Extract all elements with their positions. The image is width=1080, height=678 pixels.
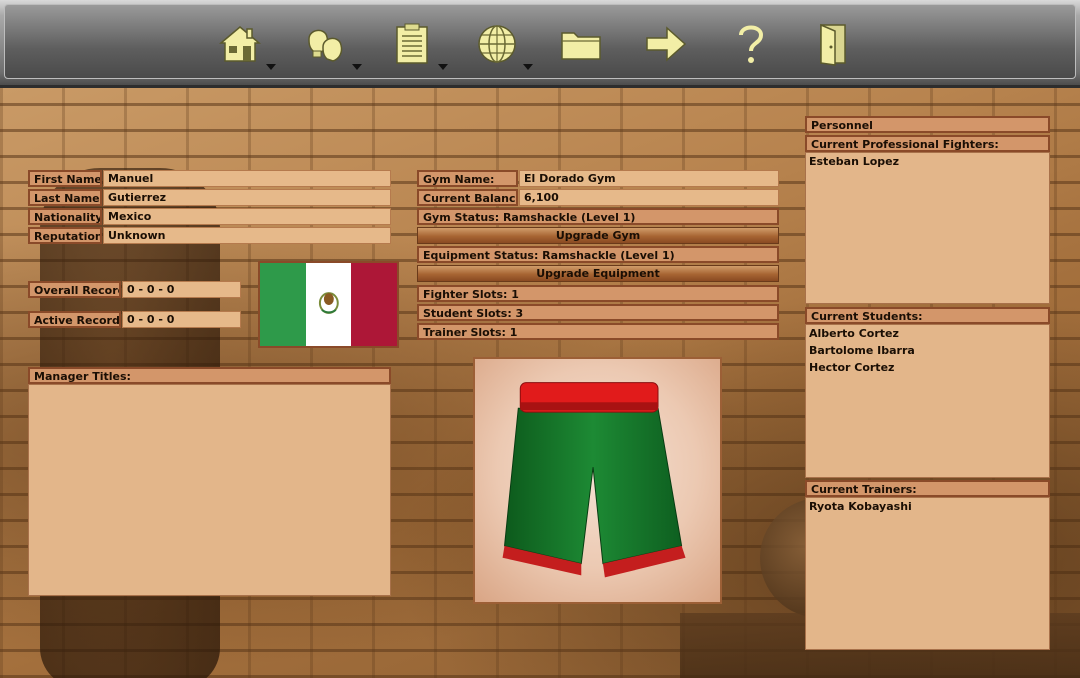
globe-icon xyxy=(478,25,516,63)
fighters-list[interactable]: Esteban Lopez xyxy=(805,152,1050,304)
flag-green-stripe xyxy=(260,263,306,346)
students-header: Current Students: xyxy=(805,307,1050,324)
fighters-header: Current Professional Fighters: xyxy=(805,135,1050,152)
records-button[interactable] xyxy=(384,16,448,72)
personnel-header: Personnel xyxy=(805,116,1050,133)
student-slots: Student Slots: 3 xyxy=(417,304,779,321)
boxing-trunks-image xyxy=(502,382,686,578)
trainer-slots: Trainer Slots: 1 xyxy=(417,323,779,340)
home-button[interactable] xyxy=(212,16,276,72)
flag-white-stripe xyxy=(305,263,352,346)
manager-titles-header: Manager Titles: xyxy=(28,367,391,384)
upgrade-gym-button[interactable]: Upgrade Gym xyxy=(417,227,779,244)
flag-red-stripe xyxy=(351,263,398,346)
upgrade-equipment-button[interactable]: Upgrade Equipment xyxy=(417,265,779,282)
exit-button[interactable] xyxy=(806,16,862,72)
main-toolbar xyxy=(0,0,1080,88)
first-name-value: Manuel xyxy=(103,170,391,187)
last-name-label: Last Name xyxy=(28,189,102,206)
continue-button[interactable] xyxy=(638,16,694,72)
coat-of-arms-icon xyxy=(318,292,339,314)
list-item[interactable]: Alberto Cortez xyxy=(806,325,1049,342)
overall-record-label: Overall Record xyxy=(28,281,121,298)
manager-titles-list[interactable] xyxy=(28,384,391,596)
nationality-value: Mexico xyxy=(103,208,391,225)
overall-record-value: 0 - 0 - 0 xyxy=(122,281,241,298)
menu-caret-icon[interactable] xyxy=(438,64,448,70)
menu-caret-icon[interactable] xyxy=(266,64,276,70)
world-button[interactable] xyxy=(469,16,533,72)
trunks-image-frame[interactable] xyxy=(473,357,722,604)
nationality-flag xyxy=(258,261,399,348)
fighters-button[interactable] xyxy=(298,16,362,72)
gym-name-value: El Dorado Gym xyxy=(519,170,779,187)
active-record-value: 0 - 0 - 0 xyxy=(122,311,241,328)
gym-name-label: Gym Name: xyxy=(417,170,518,187)
help-button[interactable] xyxy=(722,16,778,72)
help-icon xyxy=(739,25,764,63)
list-item[interactable]: Esteban Lopez xyxy=(806,153,1049,170)
folder-icon xyxy=(561,32,601,60)
nationality-label: Nationality xyxy=(28,208,102,225)
trainers-header: Current Trainers: xyxy=(805,480,1050,497)
current-balance-value: 6,100 xyxy=(519,189,779,206)
last-name-value: Gutierrez xyxy=(103,189,391,206)
clipboard-icon xyxy=(396,23,428,64)
first-name-label: First Name xyxy=(28,170,102,187)
equipment-status: Equipment Status: Ramshackle (Level 1) xyxy=(417,246,779,263)
reputation-label: Reputation xyxy=(28,227,102,244)
list-item[interactable]: Ryota Kobayashi xyxy=(806,498,1049,515)
boxing-gloves-icon xyxy=(308,29,343,62)
arrow-right-icon xyxy=(646,26,687,62)
current-balance-label: Current Balance xyxy=(417,189,518,206)
list-item[interactable]: Hector Cortez xyxy=(806,359,1049,376)
menu-caret-icon[interactable] xyxy=(352,64,362,70)
list-item[interactable]: Bartolome Ibarra xyxy=(806,342,1049,359)
fighter-slots: Fighter Slots: 1 xyxy=(417,285,779,302)
folder-button[interactable] xyxy=(553,16,609,72)
trainers-list[interactable]: Ryota Kobayashi xyxy=(805,497,1050,650)
gym-status: Gym Status: Ramshackle (Level 1) xyxy=(417,208,779,225)
home-icon xyxy=(218,26,262,62)
reputation-value: Unknown xyxy=(103,227,391,244)
toolbar-panel xyxy=(4,4,1076,79)
active-record-label: Active Record xyxy=(28,311,121,328)
students-list[interactable]: Alberto Cortez Bartolome Ibarra Hector C… xyxy=(805,324,1050,478)
menu-caret-icon[interactable] xyxy=(523,64,533,70)
exit-door-icon xyxy=(820,23,846,66)
